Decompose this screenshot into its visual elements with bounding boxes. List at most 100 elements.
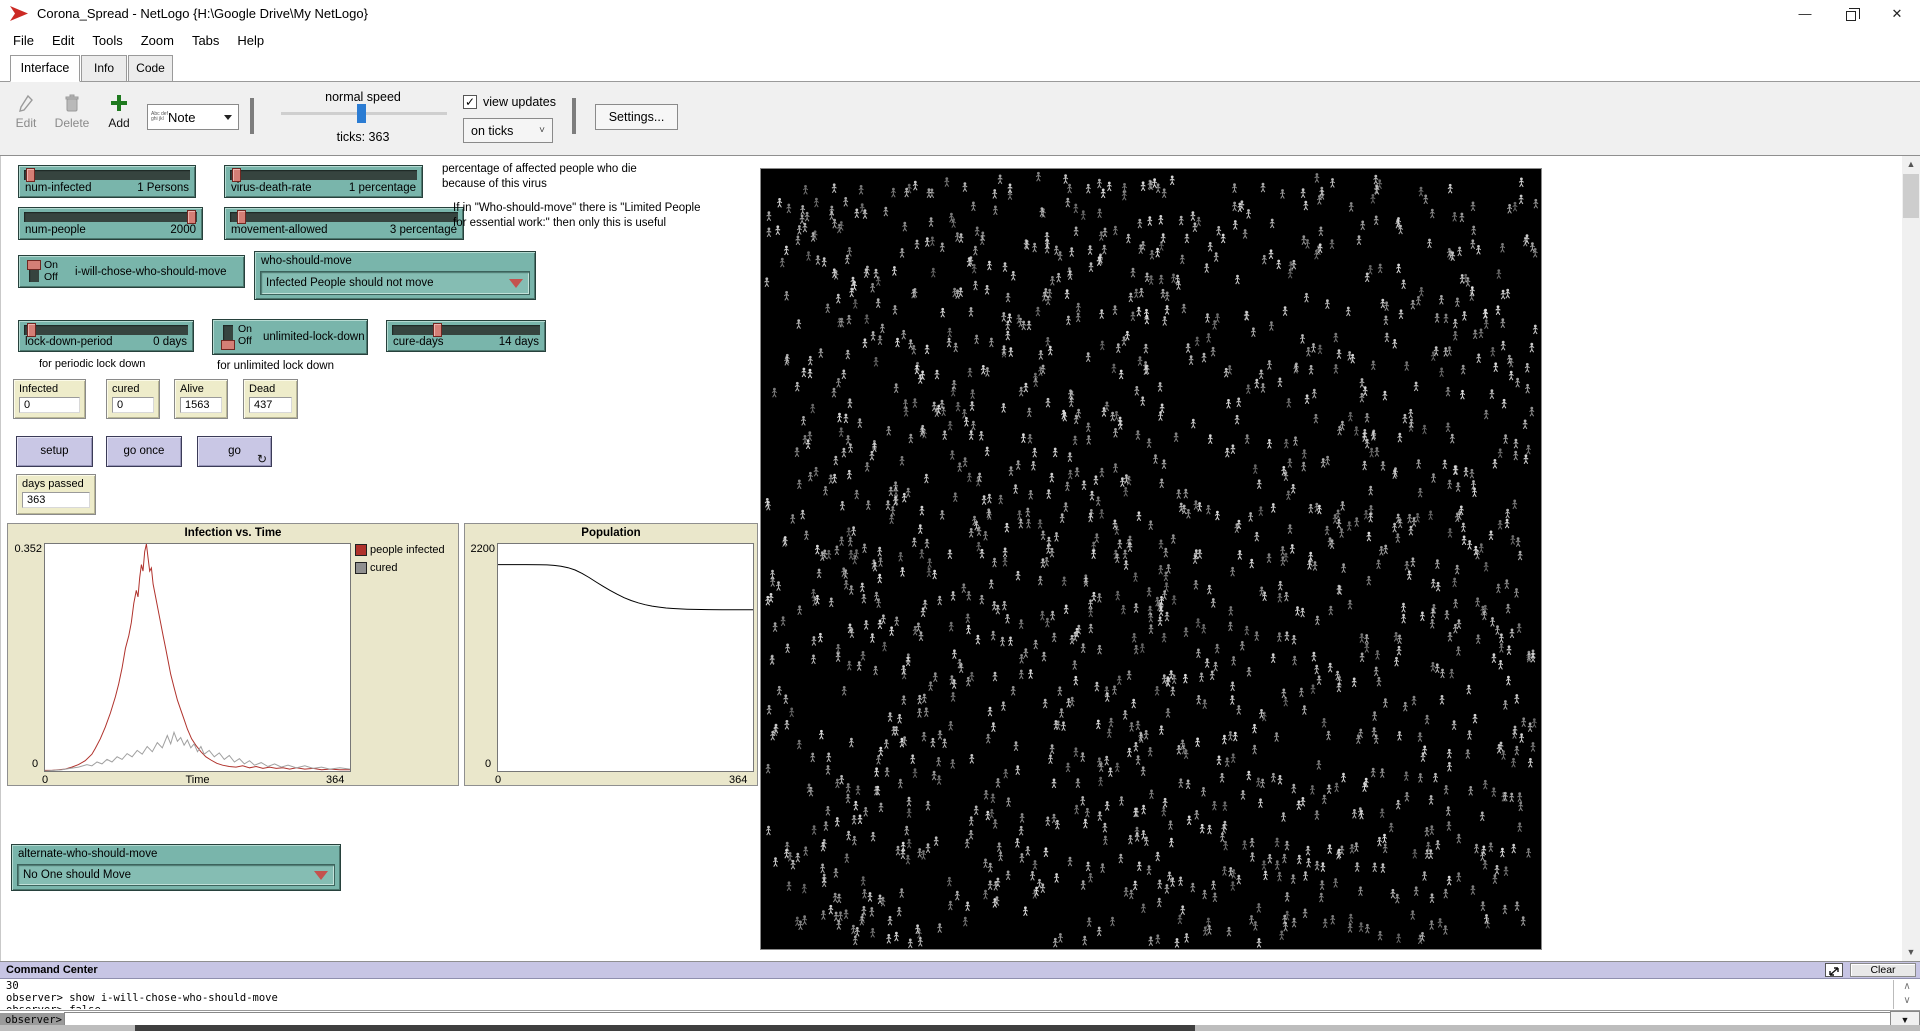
menu-help[interactable]: Help [228, 30, 273, 51]
slider-handle[interactable] [433, 323, 442, 337]
slider-handle[interactable] [232, 168, 241, 182]
scrollbar-thumb[interactable] [135, 1025, 1195, 1031]
monitor-infected: Infected 0 [13, 379, 86, 419]
chooser-value-box[interactable]: Infected People should not move [260, 271, 530, 295]
switch-track[interactable] [223, 325, 233, 349]
slider-num-infected[interactable]: num-infected 1 Persons [18, 165, 196, 198]
view-updates-control[interactable]: ✓ view updates [463, 95, 556, 109]
switch-handle[interactable] [221, 340, 235, 350]
setup-button[interactable]: setup [16, 436, 93, 467]
scroll-up-arrow[interactable]: ∧ [1896, 980, 1918, 994]
ticks-counter: ticks: 363 [280, 130, 446, 144]
menu-zoom[interactable]: Zoom [132, 30, 183, 51]
y-axis-max: 0.352 [10, 543, 42, 555]
slider-label: num-people [25, 224, 86, 236]
switch-on-label: On [44, 259, 58, 271]
view-updates-checkbox[interactable]: ✓ [463, 95, 477, 109]
slider-value: 3 percentage [390, 224, 457, 236]
output-line: observer> show i-will-chose-who-should-m… [0, 992, 1893, 1004]
slider-track[interactable] [230, 170, 417, 180]
slider-num-people[interactable]: num-people2000 [18, 207, 203, 240]
slider-lock-down-period[interactable]: lock-down-period 0 days [18, 320, 194, 352]
settings-button[interactable]: Settings... [595, 104, 678, 130]
menu-edit[interactable]: Edit [43, 30, 83, 51]
slider-label: movement-allowed [231, 224, 328, 236]
slider-value: 1 Persons [137, 182, 189, 194]
chooser-alternate-who-should-move[interactable]: alternate-who-should-move No One should … [11, 844, 341, 891]
slider-handle[interactable] [187, 210, 196, 224]
monitor-alive: Alive 1563 [174, 379, 228, 419]
toolbar-separator [572, 98, 576, 134]
menu-tabs[interactable]: Tabs [183, 30, 228, 51]
go-once-button[interactable]: go once [106, 436, 182, 467]
add-widget-button[interactable]: Add [97, 94, 141, 130]
expand-command-center-button[interactable] [1825, 963, 1843, 977]
speed-slider-thumb[interactable] [357, 104, 366, 123]
slider-track[interactable] [392, 325, 540, 335]
scroll-down-arrow[interactable]: ▼ [1902, 944, 1920, 961]
output-line: 30 [0, 980, 1893, 992]
clear-button[interactable]: Clear [1850, 963, 1916, 977]
slider-track[interactable] [24, 170, 190, 180]
slider-cure-days[interactable]: cure-days14 days [386, 320, 546, 352]
horizontal-scrollbar[interactable] [0, 1025, 1920, 1031]
slider-handle[interactable] [27, 323, 36, 337]
switch-off-label: Off [238, 335, 252, 347]
canvas-vertical-scrollbar[interactable]: ▲ ▼ [1902, 156, 1920, 961]
chevron-down-icon: ˅ [539, 125, 545, 136]
plot-area [44, 543, 351, 772]
tab-bar: Interface Info Code [0, 52, 1920, 82]
slider-value: 14 days [499, 336, 539, 348]
scroll-down-arrow[interactable]: ∨ [1896, 994, 1918, 1008]
slider-virus-death-rate[interactable]: virus-death-rate1 percentage [224, 165, 423, 198]
tab-code[interactable]: Code [128, 55, 173, 82]
switch-i-will-chose-who-should-move[interactable]: OnOff i-will-chose-who-should-move [18, 255, 245, 288]
output-line-clipped: observer> false [0, 1004, 1893, 1009]
scroll-up-arrow[interactable]: ▲ [1902, 156, 1920, 173]
monitor-value: 0 [112, 397, 154, 413]
slider-movement-allowed[interactable]: movement-allowed 3 percentage [224, 207, 464, 240]
edit-widget-button[interactable]: Edit [4, 94, 48, 130]
monitor-days-passed: days passed 363 [16, 474, 96, 515]
switch-track[interactable] [29, 261, 39, 282]
tab-info[interactable]: Info [81, 55, 127, 82]
slider-track[interactable] [230, 212, 458, 222]
restore-button[interactable] [1828, 0, 1874, 28]
command-center-title: Command Center [6, 964, 98, 976]
close-button[interactable]: ✕ [1874, 0, 1920, 28]
command-output-scrollbar[interactable]: ∧ ∨ [1896, 980, 1918, 1009]
chooser-who-should-move[interactable]: who-should-move Infected People should n… [254, 251, 536, 300]
slider-track[interactable] [24, 325, 188, 335]
toolbar-separator [250, 98, 254, 134]
view-updates-label: view updates [483, 95, 556, 109]
monitor-value: 363 [22, 492, 90, 508]
slider-label: num-infected [25, 182, 91, 194]
switch-handle[interactable] [27, 260, 41, 270]
speed-slider-label: normal speed [280, 90, 446, 104]
tab-interface[interactable]: Interface [10, 55, 80, 82]
world-view[interactable] [760, 168, 1542, 950]
update-mode-dropdown[interactable]: on ticks ˅ [463, 118, 553, 143]
menu-tools[interactable]: Tools [83, 30, 131, 51]
chooser-value-box[interactable]: No One should Move [17, 864, 335, 886]
monitor-cured: cured 0 [106, 379, 160, 419]
speed-slider[interactable] [281, 112, 447, 115]
slider-handle[interactable] [237, 210, 246, 224]
plot-area [497, 543, 754, 772]
switch-off-label: Off [44, 271, 58, 283]
go-button[interactable]: go ↻ [197, 436, 272, 467]
widget-type-dropdown[interactable]: Abc def ghi jkl Note [147, 104, 239, 130]
slider-value: 0 days [153, 336, 187, 348]
slider-label: lock-down-period [25, 336, 113, 348]
slider-handle[interactable] [26, 168, 35, 182]
chooser-value: No One should Move [23, 869, 131, 881]
command-output[interactable]: 30 observer> show i-will-chose-who-shoul… [0, 980, 1894, 1009]
note-unlimited-lockdown: for unlimited lock down [217, 359, 334, 374]
legend-cured: cured [355, 562, 398, 574]
switch-unlimited-lock-down[interactable]: OnOff unlimited-lock-down [212, 319, 368, 355]
scrollbar-thumb[interactable] [1903, 174, 1919, 218]
menu-file[interactable]: File [4, 30, 43, 51]
minimize-button[interactable]: — [1782, 0, 1828, 28]
delete-widget-button[interactable]: Delete [50, 94, 94, 130]
slider-track[interactable] [24, 212, 197, 222]
